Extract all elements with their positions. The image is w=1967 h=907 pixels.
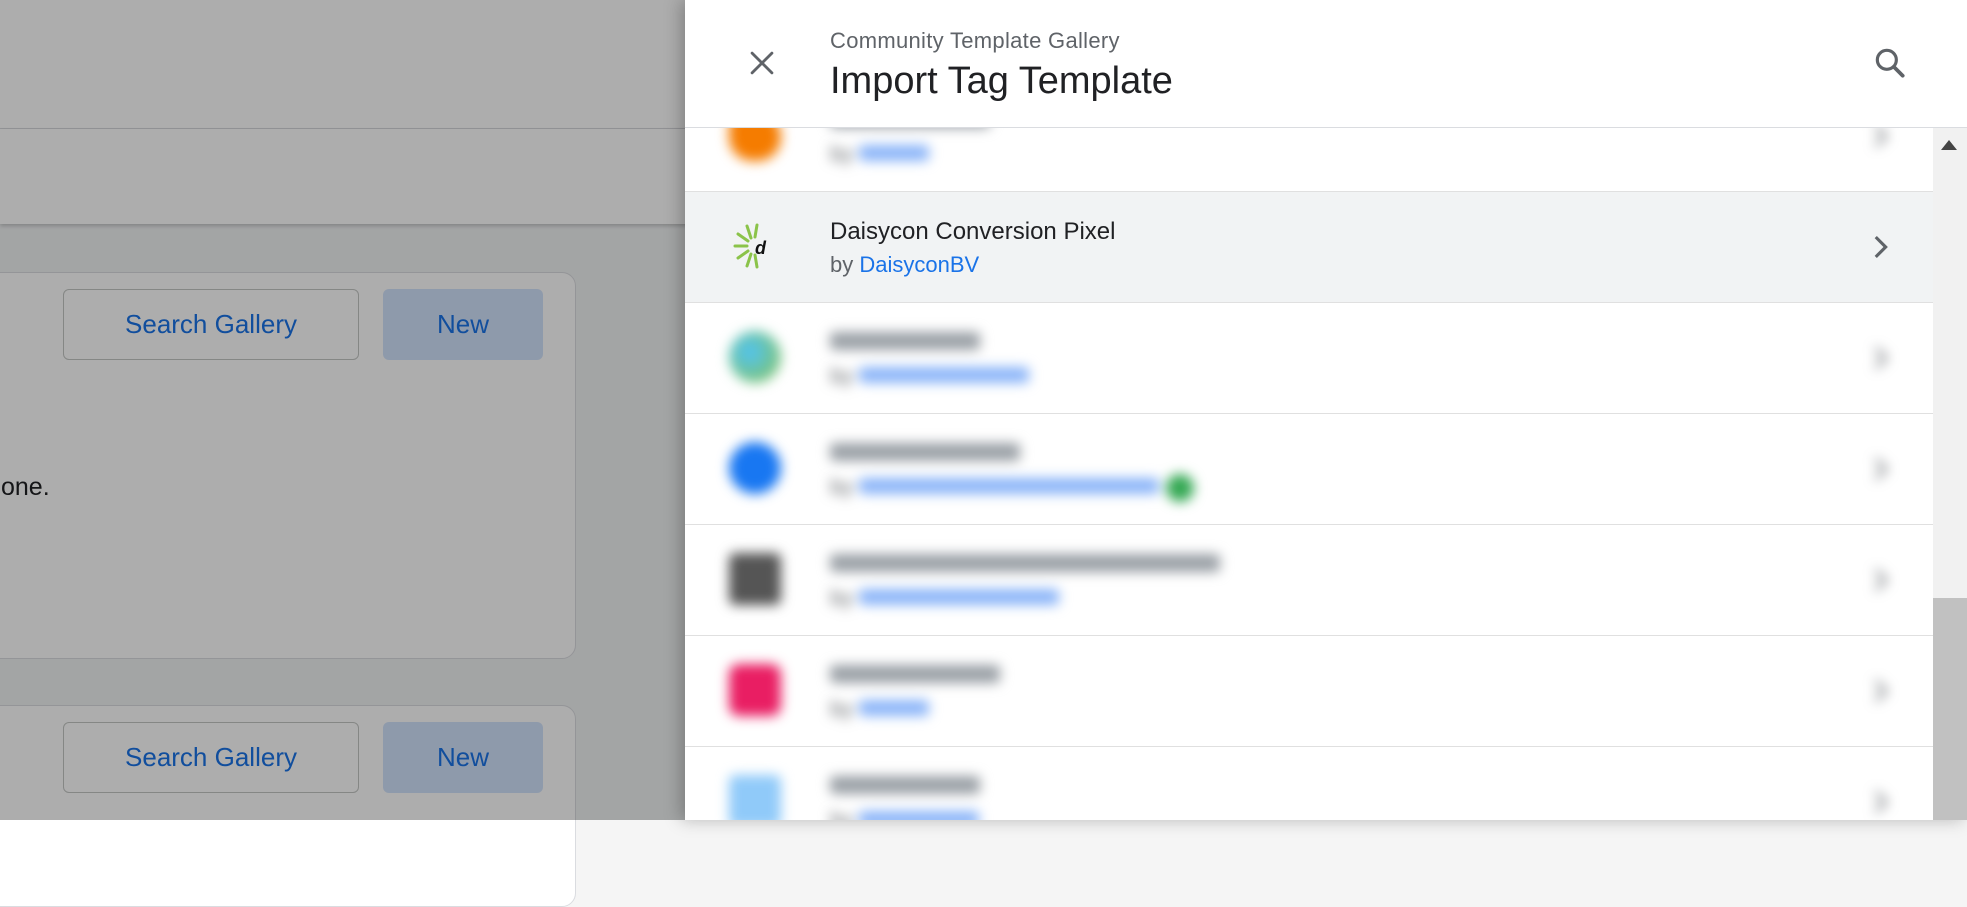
chevron-right-icon [1874,680,1888,702]
template-name: Daisycon Conversion Pixel [830,218,1116,245]
chevron-right-icon [1874,569,1888,591]
template-name [830,329,980,357]
template-name [830,440,1020,468]
template-name [830,773,980,801]
template-name [830,551,1220,579]
template-list: by d Daisycon Conversion Pixel by Daisyc… [685,128,1933,820]
template-publisher-line: by DaisyconBV [830,252,979,278]
chevron-right-icon [1874,347,1888,369]
template-publisher-line: by [830,363,1030,389]
template-list-item[interactable]: by [685,636,1933,747]
by-prefix: by [830,252,854,277]
drawer-title: Import Tag Template [830,60,1173,102]
search-icon [1875,48,1905,78]
template-publisher-line: by [830,474,1194,503]
template-publisher-line: by [830,585,1060,611]
svg-text:d: d [755,238,767,258]
chevron-right-icon[interactable] [1863,230,1897,264]
chevron-right-icon [1874,791,1888,813]
template-list-item[interactable]: by [685,303,1933,414]
template-list-item[interactable]: by [685,525,1933,636]
template-list-item[interactable]: by [685,414,1933,525]
daisycon-logo: d [733,223,767,269]
publisher-link[interactable]: DaisyconBV [859,252,979,277]
drawer-header: Community Template Gallery Import Tag Te… [685,0,1967,128]
template-publisher-line: by [830,696,930,722]
scroll-up-arrow-icon[interactable] [1941,140,1957,150]
template-list-item[interactable]: by [685,128,1933,192]
template-publisher-line: by [830,807,980,820]
drawer-kicker: Community Template Gallery [830,28,1120,53]
template-name [830,128,990,135]
template-logo [729,442,781,494]
scroll-thumb[interactable] [1933,598,1967,820]
close-icon [750,51,774,75]
template-publisher-line: by [830,141,930,167]
template-logo [729,664,781,716]
chevron-right-icon [1874,458,1888,480]
search-button[interactable] [1865,38,1915,88]
template-logo [729,331,781,383]
template-logo [729,128,781,161]
template-gallery-drawer: Community Template Gallery Import Tag Te… [685,0,1967,820]
template-logo [729,775,781,820]
list-scrollbar[interactable] [1933,128,1967,820]
chevron-right-icon [1874,128,1888,147]
template-name [830,662,1000,690]
template-list-item-daisycon[interactable]: d Daisycon Conversion Pixel by DaisyconB… [685,192,1933,303]
close-button[interactable] [737,38,787,88]
template-logo [729,553,781,605]
template-list-item[interactable]: by [685,747,1933,820]
